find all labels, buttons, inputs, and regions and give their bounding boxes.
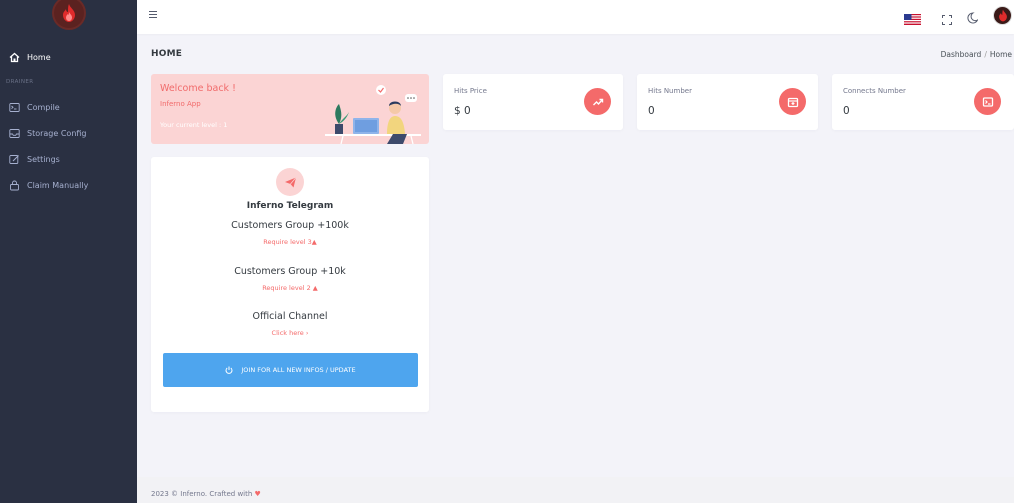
sidebar-item-label: Home [27, 52, 51, 62]
stat-card-hits-number: Hits Number 0 [637, 74, 818, 130]
group-requirement[interactable]: Require level 2 ▲ [151, 284, 429, 292]
group-requirement[interactable]: Require level 3▲ [151, 238, 429, 246]
breadcrumb-dashboard[interactable]: Dashboard [941, 50, 982, 59]
sidebar-section-title: DRAINER [6, 79, 34, 85]
group-title: Customers Group +10k [234, 266, 346, 277]
sidebar-item-claim-manually[interactable]: Claim Manually [0, 172, 137, 198]
sidebar-item-settings[interactable]: Settings [0, 146, 137, 172]
welcome-card: Welcome back ! Inferno App Your current … [151, 74, 429, 144]
inbox-icon [9, 128, 20, 139]
stat-value: 0 [843, 105, 850, 117]
join-button[interactable]: JOIN FOR ALL NEW INFOS / UPDATE [163, 353, 418, 387]
footer-copyright: 2023 © Inferno. Crafted with [151, 490, 253, 498]
chevron-right-icon: › [305, 329, 309, 337]
heart-icon: ♥ [254, 490, 261, 498]
telegram-send-icon [276, 168, 304, 196]
inferno-logo[interactable] [53, 0, 84, 28]
sidebar-item-compile[interactable]: Compile [0, 94, 137, 120]
page-title: HOME [151, 49, 183, 59]
terminal-icon [974, 88, 1001, 115]
sidebar: Home DRAINER Compile Storage Config Sett… [0, 0, 137, 503]
user-avatar[interactable] [993, 6, 1012, 25]
footer: 2023 © Inferno. Crafted with ♥ [137, 477, 1014, 503]
official-channel-link[interactable]: Click here › [151, 329, 429, 337]
logo-wrap [0, 0, 137, 34]
welcome-title: Welcome back ! [160, 83, 236, 94]
sidebar-item-label: Storage Config [27, 128, 87, 138]
warning-icon: ▲ [311, 238, 317, 246]
topbar [137, 0, 1014, 34]
group-requirement-text: Require level 3 [263, 238, 312, 246]
sidebar-item-label: Compile [27, 102, 60, 112]
sidebar-item-home[interactable]: Home [0, 44, 137, 70]
menu-toggle-icon[interactable] [149, 11, 157, 19]
edit-icon [9, 154, 20, 165]
telegram-heading: Inferno Telegram [246, 201, 334, 211]
welcome-subtitle: Inferno App [160, 100, 201, 108]
breadcrumb: Dashboard / Home [940, 50, 1012, 59]
sidebar-item-label: Settings [27, 154, 60, 164]
us-flag-icon[interactable] [904, 10, 921, 25]
stat-label: Hits Price [454, 87, 487, 95]
sidebar-item-storage-config[interactable]: Storage Config [0, 120, 137, 146]
user-level: Your current level : 1 [160, 121, 228, 129]
welcome-illustration [325, 85, 421, 144]
box-icon [779, 88, 806, 115]
stat-value: $ 0 [454, 105, 471, 117]
group-title: Official Channel [252, 311, 328, 322]
trending-up-icon [584, 88, 611, 115]
terminal-icon [9, 102, 20, 113]
footer-text: 2023 © Inferno. Crafted with ♥ [151, 490, 261, 498]
link-text: Click here [271, 329, 304, 337]
sidebar-item-label: Claim Manually [27, 180, 89, 190]
lock-icon [9, 180, 20, 191]
group-title: Customers Group +100k [231, 220, 349, 231]
breadcrumb-home: Home [989, 50, 1012, 59]
group-requirement-text: Require level 2 [262, 284, 311, 292]
power-icon [225, 366, 233, 374]
dark-mode-moon-icon[interactable] [967, 9, 979, 24]
stat-card-connects-number: Connects Number 0 [832, 74, 1014, 130]
sidebar-nav: Home DRAINER Compile Storage Config Sett… [0, 44, 137, 198]
home-icon [9, 52, 20, 63]
stat-value: 0 [648, 105, 655, 117]
stat-label: Connects Number [843, 87, 906, 95]
stat-label: Hits Number [648, 87, 692, 95]
telegram-card: Inferno Telegram Customers Group +100k R… [151, 157, 429, 412]
warning-icon: ▲ [312, 284, 318, 292]
stat-card-hits-price: Hits Price $ 0 [443, 74, 623, 130]
join-button-label: JOIN FOR ALL NEW INFOS / UPDATE [241, 366, 356, 374]
fullscreen-icon[interactable] [942, 10, 952, 25]
